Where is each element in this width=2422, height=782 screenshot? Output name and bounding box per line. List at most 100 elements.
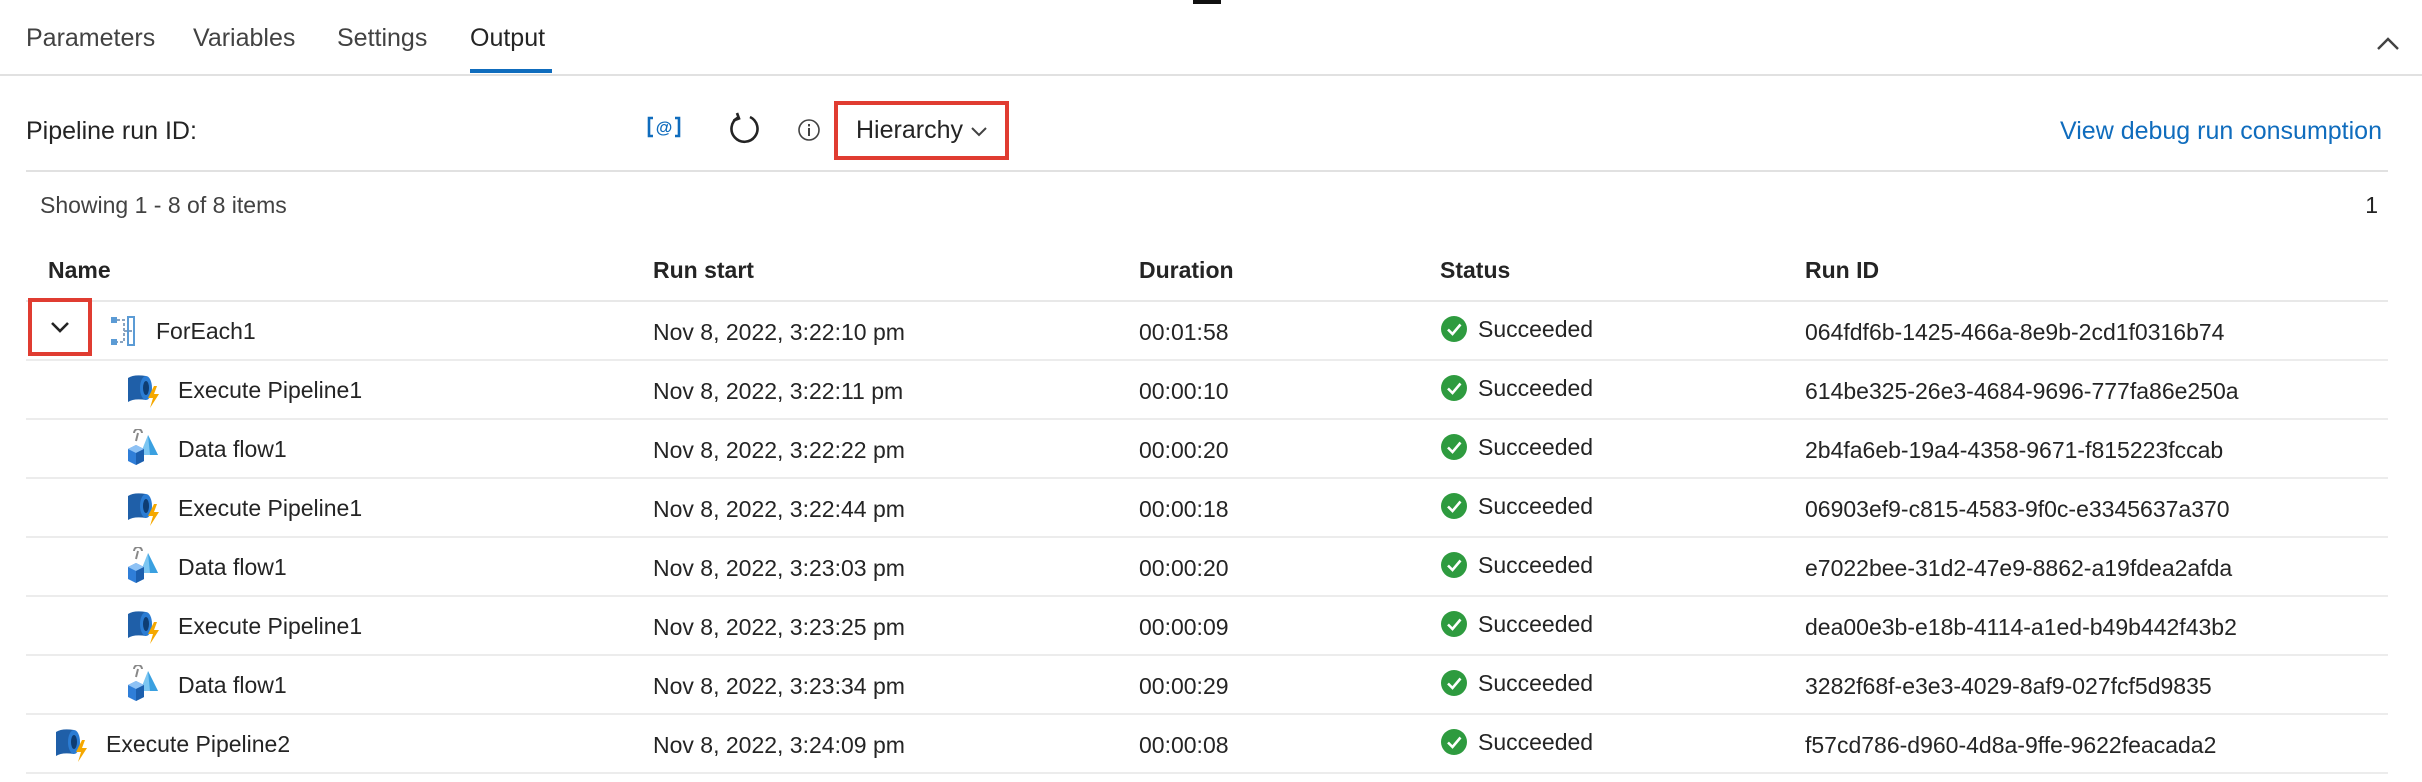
table-row[interactable]: ForEach1 Nov 8, 2022, 3:22:10 pm 00:01:58 S… xyxy=(26,298,2388,361)
activity-name[interactable]: Execute Pipeline1 xyxy=(178,613,362,640)
success-check-icon xyxy=(1441,316,1467,342)
status-cell: Succeeded xyxy=(1440,433,1593,461)
execute-pipeline-icon xyxy=(128,375,159,408)
table-row[interactable]: Data flow1 Nov 8, 2022, 3:23:34 pm 00:00:2… xyxy=(26,656,2388,715)
run-id-cell: 614be325-26e3-4684-9696-777fa86e250a xyxy=(1805,378,2239,404)
status-text: Succeeded xyxy=(1478,610,1594,637)
foreach-icon-wrap xyxy=(102,311,142,351)
run-start-cell: Nov 8, 2022, 3:23:34 pm xyxy=(653,673,905,699)
execute-pipeline-icon-wrap xyxy=(124,370,164,410)
activity-runs-table: Name Run start Duration Status Run ID Fo… xyxy=(26,240,2388,774)
column-header-run-id[interactable]: Run ID xyxy=(1805,257,1879,284)
status-text: Succeeded xyxy=(1478,551,1594,578)
activity-name[interactable]: ForEach1 xyxy=(156,318,256,345)
success-check-icon xyxy=(1441,611,1467,637)
run-start-cell: Nov 8, 2022, 3:22:10 pm xyxy=(653,319,905,345)
duration-cell: 00:00:18 xyxy=(1139,496,1229,522)
tab-output[interactable]: Output xyxy=(470,24,545,53)
items-count-text: Showing 1 - 8 of 8 items xyxy=(40,192,287,218)
run-start-cell: Nov 8, 2022, 3:23:03 pm xyxy=(653,555,905,581)
run-start-cell: Nov 8, 2022, 3:24:09 pm xyxy=(653,732,905,758)
activity-name[interactable]: Execute Pipeline1 xyxy=(178,377,362,404)
duration-cell: 00:00:08 xyxy=(1139,732,1229,758)
column-header-status[interactable]: Status xyxy=(1440,257,1510,284)
svg-text:@: @ xyxy=(656,118,673,137)
success-check-icon xyxy=(1441,493,1467,519)
activity-name[interactable]: Data flow1 xyxy=(178,554,287,581)
run-id-cell: 2b4fa6eb-19a4-4358-9671-f815223fccab xyxy=(1805,437,2224,463)
status-text: Succeeded xyxy=(1478,669,1594,696)
info-icon xyxy=(798,119,820,141)
run-id-cell: e7022bee-31d2-47e9-8862-a19fdea2afda xyxy=(1805,555,2233,581)
tab-variables[interactable]: Variables xyxy=(193,24,295,53)
chevron-up-icon xyxy=(2377,37,2399,50)
status-text: Succeeded xyxy=(1478,374,1594,401)
table-row[interactable]: Execute Pipeline1 Nov 8, 2022, 3:22:11 pm… xyxy=(26,361,2388,420)
run-start-cell: Nov 8, 2022, 3:22:22 pm xyxy=(653,437,905,463)
table-body: ForEach1 Nov 8, 2022, 3:22:10 pm 00:01:58 S… xyxy=(26,298,2388,774)
activity-name-cell: Execute Pipeline1 xyxy=(124,607,362,645)
activity-name-cell: Data flow1 xyxy=(124,429,287,468)
activity-name-cell: Execute Pipeline2 xyxy=(52,725,290,763)
page-number[interactable]: 1 xyxy=(2365,192,2378,219)
activity-name[interactable]: Data flow1 xyxy=(178,672,287,699)
activity-name-cell: Data flow1 xyxy=(124,665,287,704)
status-cell: Succeeded xyxy=(1440,374,1593,402)
table-row[interactable]: Data flow1 Nov 8, 2022, 3:22:22 pm 00:00:2… xyxy=(26,420,2388,479)
table-row[interactable]: Data flow1 Nov 8, 2022, 3:23:03 pm 00:00:2… xyxy=(26,538,2388,597)
info-button[interactable] xyxy=(796,117,822,143)
execute-pipeline-icon-wrap xyxy=(124,488,164,528)
duration-cell: 00:00:09 xyxy=(1139,614,1229,640)
status-cell: Succeeded xyxy=(1440,492,1593,520)
status-text: Succeeded xyxy=(1478,315,1594,342)
column-header-duration[interactable]: Duration xyxy=(1139,257,1234,284)
table-row[interactable]: Execute Pipeline2 Nov 8, 2022, 3:24:09 pm… xyxy=(26,715,2388,774)
tab-parameters[interactable]: Parameters xyxy=(26,24,155,53)
success-check-icon xyxy=(1441,434,1467,460)
chevron-down-icon xyxy=(51,322,69,333)
table-row[interactable]: Execute Pipeline1 Nov 8, 2022, 3:23:25 pm… xyxy=(26,597,2388,656)
collapse-panel-button[interactable] xyxy=(2372,28,2404,60)
execute-pipeline-icon-wrap xyxy=(124,606,164,646)
foreach-icon xyxy=(111,316,135,346)
success-check-icon xyxy=(1441,375,1467,401)
activity-name-cell: Execute Pipeline1 xyxy=(124,371,362,409)
column-header-run-start[interactable]: Run start xyxy=(653,257,754,284)
status-text: Succeeded xyxy=(1478,492,1594,519)
success-check-icon xyxy=(1441,552,1467,578)
data-flow-icon xyxy=(128,665,158,701)
activity-name[interactable]: Data flow1 xyxy=(178,436,287,463)
status-text: Succeeded xyxy=(1478,728,1594,755)
view-mode-select[interactable]: Hierarchy xyxy=(834,101,1009,160)
execute-pipeline-icon xyxy=(128,611,159,644)
tab-settings[interactable]: Settings xyxy=(337,24,427,53)
column-header-name[interactable]: Name xyxy=(48,257,111,284)
view-mode-value: Hierarchy xyxy=(856,116,963,144)
success-check-icon xyxy=(1441,729,1467,755)
data-flow-icon-wrap xyxy=(124,547,164,587)
copy-run-id-button[interactable]: @ xyxy=(644,112,684,142)
activity-name[interactable]: Execute Pipeline2 xyxy=(106,731,290,758)
duration-cell: 00:01:58 xyxy=(1139,319,1229,345)
run-id-cell: 064fdf6b-1425-466a-8e9b-2cd1f0316b74 xyxy=(1805,319,2225,345)
run-id-cell: f57cd786-d960-4d8a-9ffe-9622feacada2 xyxy=(1805,732,2217,758)
table-row[interactable]: Execute Pipeline1 Nov 8, 2022, 3:22:44 pm… xyxy=(26,479,2388,538)
table-header: Name Run start Duration Status Run ID xyxy=(26,240,2388,302)
run-id-cell: dea00e3b-e18b-4114-a1ed-b49b442f43b2 xyxy=(1805,614,2237,640)
refresh-button[interactable] xyxy=(724,109,764,149)
refresh-icon xyxy=(730,112,759,144)
activity-name[interactable]: Execute Pipeline1 xyxy=(178,495,362,522)
duration-cell: 00:00:20 xyxy=(1139,437,1229,463)
pipeline-run-id-label: Pipeline run ID: xyxy=(26,117,197,145)
copy-run-id-icon: @ xyxy=(647,116,681,138)
status-cell: Succeeded xyxy=(1440,669,1593,697)
view-debug-run-consumption-link[interactable]: View debug run consumption xyxy=(2060,117,2382,146)
data-flow-icon xyxy=(128,429,158,465)
expand-collapse-button[interactable] xyxy=(28,298,92,356)
duration-cell: 00:00:29 xyxy=(1139,673,1229,699)
toolbar-divider xyxy=(26,170,2388,172)
status-cell: Succeeded xyxy=(1440,610,1593,638)
execute-pipeline-icon xyxy=(128,493,159,526)
run-start-cell: Nov 8, 2022, 3:22:44 pm xyxy=(653,496,905,522)
active-tab-indicator xyxy=(470,69,552,73)
